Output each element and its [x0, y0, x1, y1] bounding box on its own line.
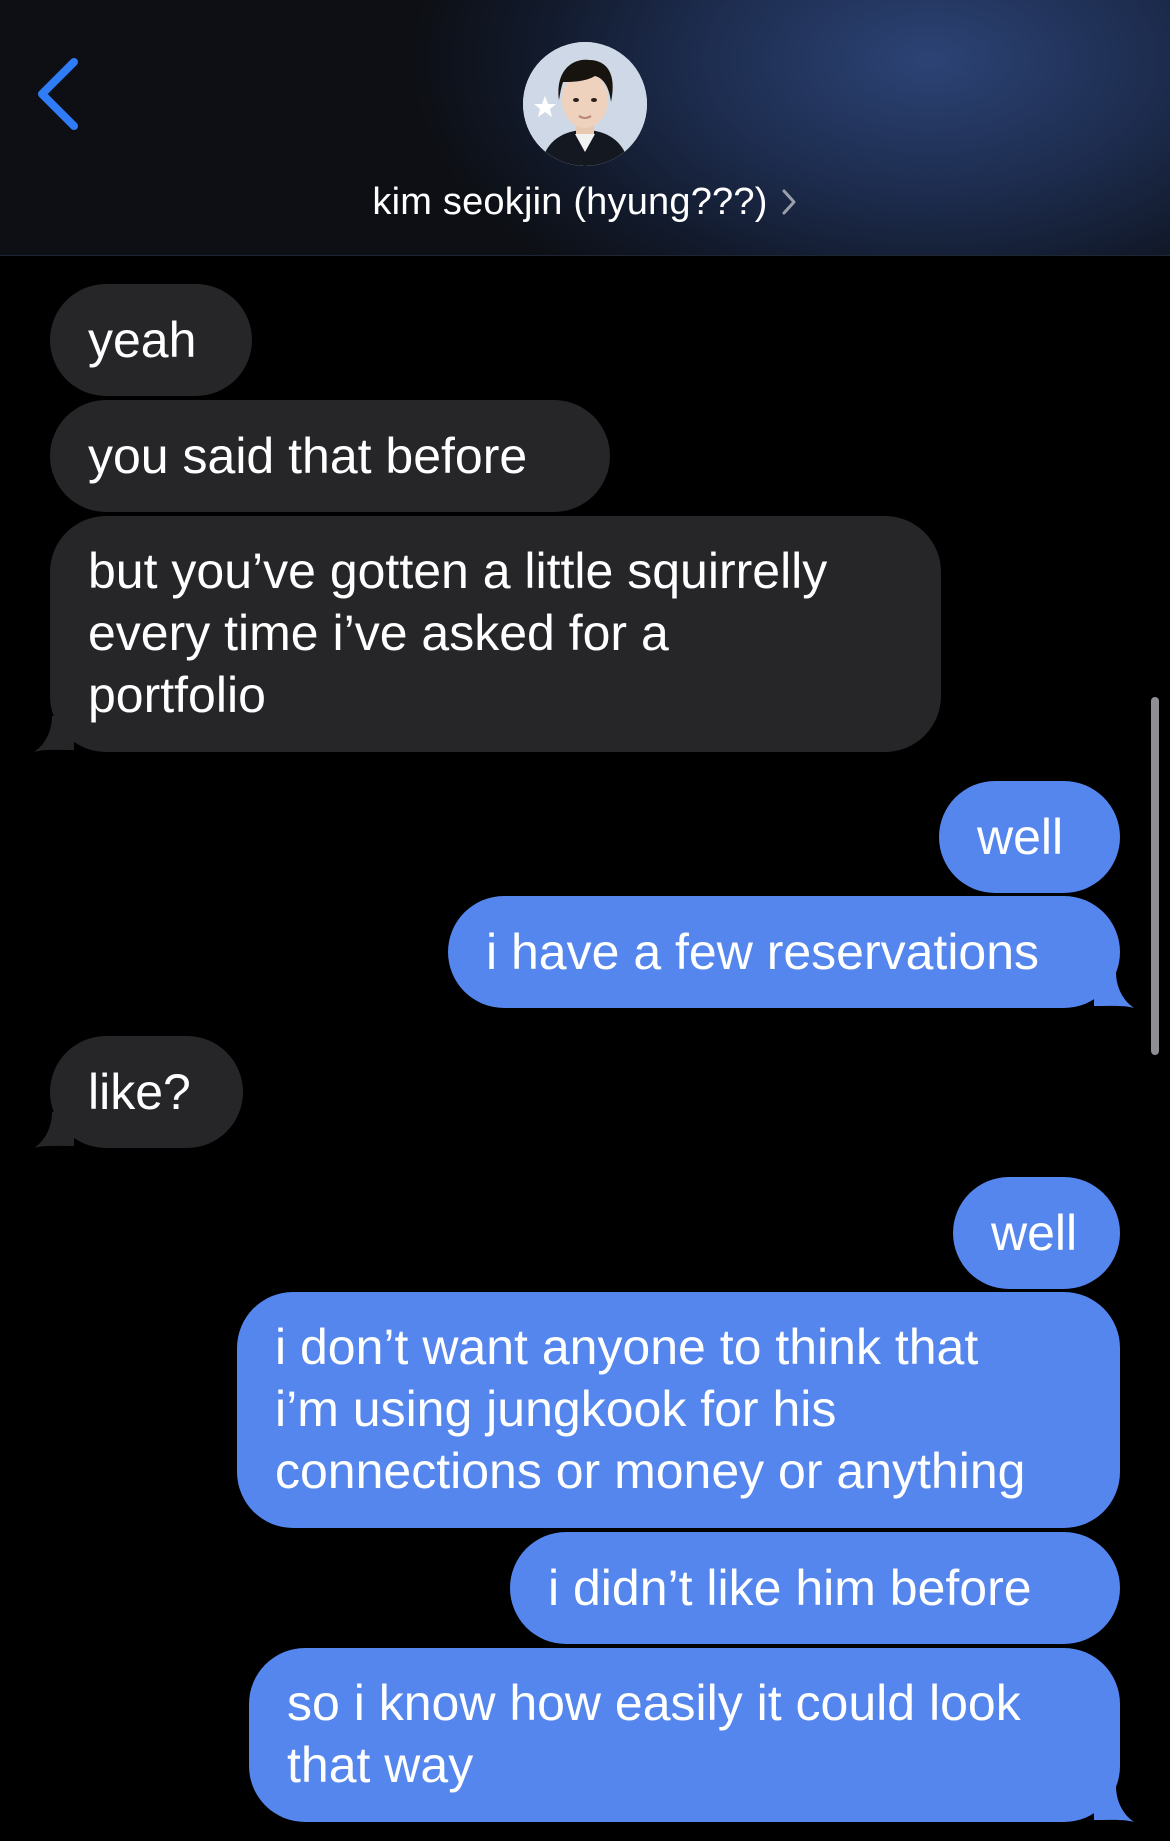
received-message[interactable]: you said that before: [50, 400, 610, 512]
message-line: that way: [287, 1737, 474, 1793]
back-button[interactable]: [30, 50, 90, 140]
sent-message[interactable]: i have a few reservations: [448, 896, 1120, 1008]
chevron-right-icon: [782, 189, 796, 215]
message-line: i’m using jungkook for his: [275, 1381, 837, 1437]
message-line: so i know how easily it could look: [287, 1675, 1021, 1731]
message-text: like?: [88, 1064, 191, 1120]
message-text: yeah: [88, 312, 197, 368]
sent-message[interactable]: well: [939, 781, 1120, 893]
message-line: but you’ve gotten a little squirrelly: [88, 543, 828, 599]
message-text: you said that before: [88, 428, 528, 484]
received-message[interactable]: like?: [50, 1036, 243, 1148]
message-text: well: [991, 1205, 1078, 1261]
chevron-left-icon: [38, 58, 78, 130]
message-text: i didn’t like him before: [548, 1560, 1032, 1616]
contact-avatar[interactable]: [523, 42, 647, 166]
conversation-header: kim seokjin (hyung???): [0, 0, 1170, 256]
message-text: well: [977, 809, 1064, 865]
scrollbar[interactable]: [1151, 697, 1159, 1055]
message-line: i don’t want anyone to think that: [275, 1319, 979, 1375]
sent-message[interactable]: i didn’t like him before: [510, 1532, 1120, 1644]
message-line: connections or money or anything: [275, 1443, 1026, 1499]
message-line: portfolio: [88, 667, 266, 723]
received-message[interactable]: yeah: [50, 284, 252, 396]
message-text: i have a few reservations: [486, 924, 1040, 980]
sent-message[interactable]: so i know how easily it could look that …: [249, 1648, 1120, 1822]
sent-message[interactable]: i don’t want anyone to think that i’m us…: [237, 1292, 1120, 1528]
contact-details-button[interactable]: kim seokjin (hyung???): [0, 174, 1170, 230]
message-line: every time i’ve asked for a: [88, 605, 669, 661]
received-message[interactable]: but you’ve gotten a little squirrelly ev…: [50, 516, 941, 752]
contact-name: kim seokjin (hyung???): [372, 180, 768, 223]
sent-message[interactable]: well: [953, 1177, 1120, 1289]
